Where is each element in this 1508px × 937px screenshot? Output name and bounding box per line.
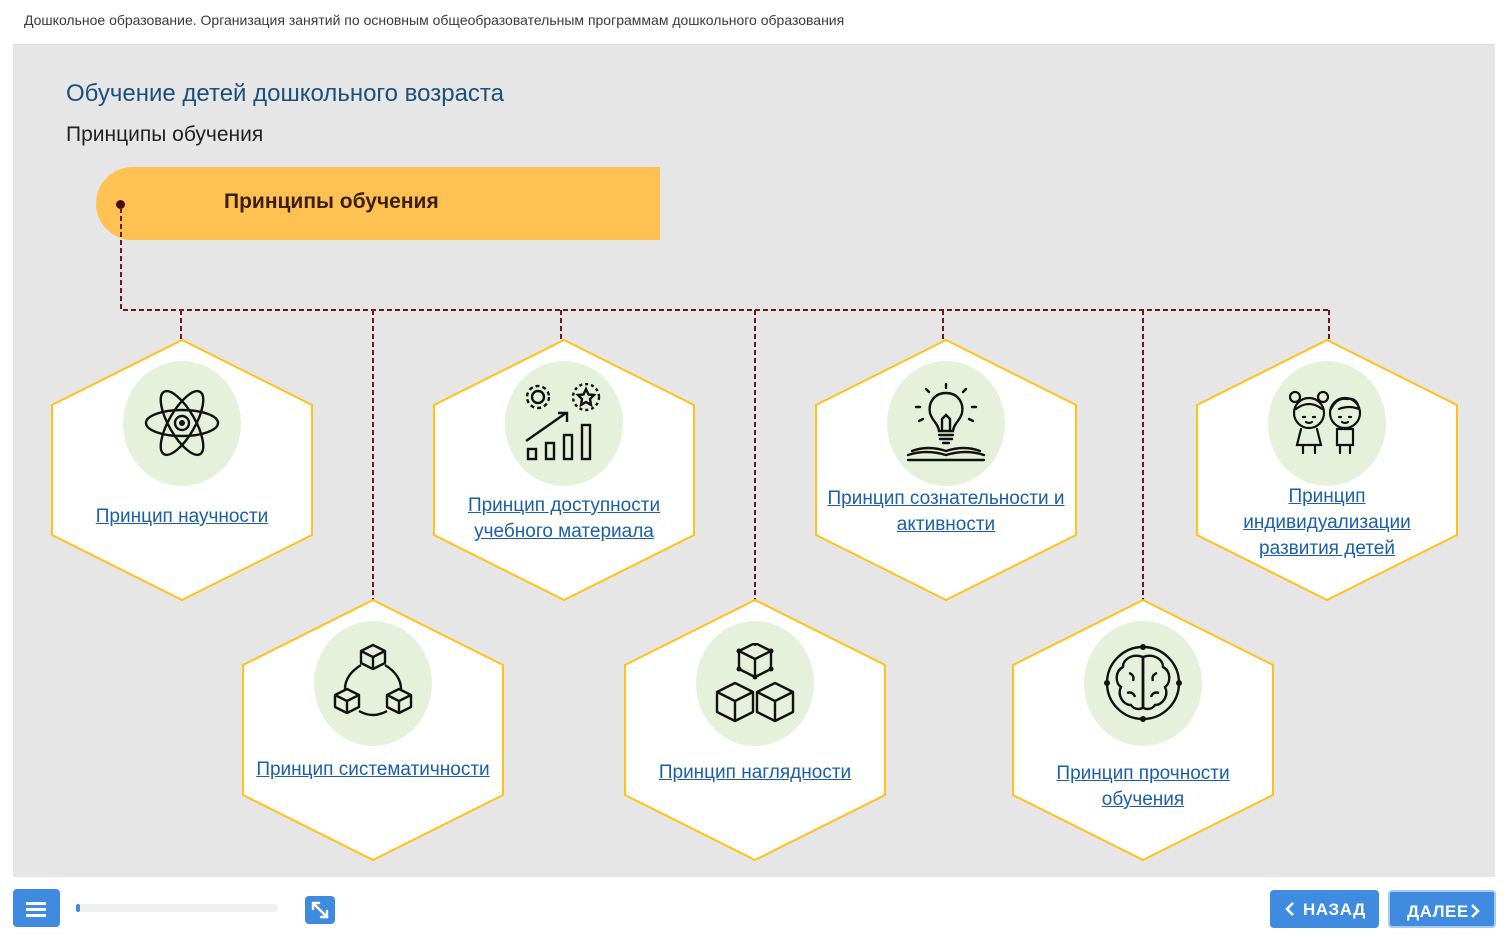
back-button-label: НАЗАД: [1303, 900, 1366, 919]
root-node-label: Принципы обучения: [224, 190, 439, 213]
cubes-network-icon: [333, 643, 413, 717]
icon-circle: [314, 621, 432, 746]
principle-link-accessibility[interactable]: Принцип доступности учебного материала: [443, 493, 685, 545]
menu-line-icon: [26, 908, 46, 911]
icon-circle: [123, 361, 241, 486]
course-breadcrumb: Дошкольное образование. Организация заня…: [24, 12, 845, 28]
player-toolbar: НАЗАД ДАЛЕЕ: [0, 877, 1508, 937]
menu-line-icon: [26, 914, 46, 917]
principle-card-visibility: Принцип наглядности: [624, 599, 886, 861]
principle-card-science: Принцип научности: [51, 339, 313, 601]
principle-link-individualization[interactable]: Принцип индивидуализации развития детей: [1206, 484, 1448, 562]
cubes-structure-icon: [715, 643, 795, 723]
icon-circle: [696, 621, 814, 746]
back-button[interactable]: НАЗАД: [1270, 890, 1379, 928]
principle-card-durability: Принцип прочности обучения: [1012, 599, 1274, 861]
root-dot: [116, 200, 125, 209]
principle-card-accessibility: Принцип доступности учебного материала: [433, 339, 695, 601]
fullscreen-button[interactable]: [305, 896, 335, 924]
icon-circle: [1084, 621, 1202, 746]
principle-link-durability[interactable]: Принцип прочности обучения: [1022, 761, 1264, 813]
principle-link-consciousness[interactable]: Принцип сознательности и активности: [825, 486, 1067, 538]
principle-card-systematic: Принцип систематичности: [242, 599, 504, 861]
principle-card-consciousness: Принцип сознательности и активности: [815, 339, 1077, 601]
next-button[interactable]: ДАЛЕЕ: [1388, 890, 1496, 928]
chevron-right-icon: [1471, 904, 1480, 918]
principle-card-individualization: Принцип индивидуализации развития детей: [1196, 339, 1458, 601]
root-node: Принципы обучения: [96, 167, 660, 240]
icon-circle: [887, 361, 1005, 486]
atom-icon: [144, 389, 220, 457]
top-bar: Дошкольное образование. Организация заня…: [0, 0, 1508, 44]
principle-link-visibility[interactable]: Принцип наглядности: [634, 760, 876, 786]
children-icon: [1288, 390, 1362, 455]
menu-line-icon: [26, 902, 46, 905]
outline-menu-button[interactable]: [13, 889, 60, 927]
lightbulb-book-icon: [906, 383, 986, 462]
expand-icon: [311, 901, 329, 919]
slide-subtitle: Принципы обучения: [66, 123, 264, 146]
icon-circle: [1268, 361, 1386, 486]
progress-fill: [76, 904, 80, 912]
icon-circle: [505, 361, 623, 486]
progress-bar[interactable]: [76, 904, 278, 912]
chevron-left-icon: [1285, 902, 1294, 916]
slide-title: Обучение детей дошкольного возраста: [66, 80, 504, 107]
next-button-label: ДАЛЕЕ: [1407, 902, 1469, 921]
principle-link-science[interactable]: Принцип научности: [61, 504, 303, 530]
brain-icon: [1104, 644, 1182, 722]
growth-chart-icon: [525, 383, 601, 461]
principle-link-systematic[interactable]: Принцип систематичности: [252, 757, 494, 783]
